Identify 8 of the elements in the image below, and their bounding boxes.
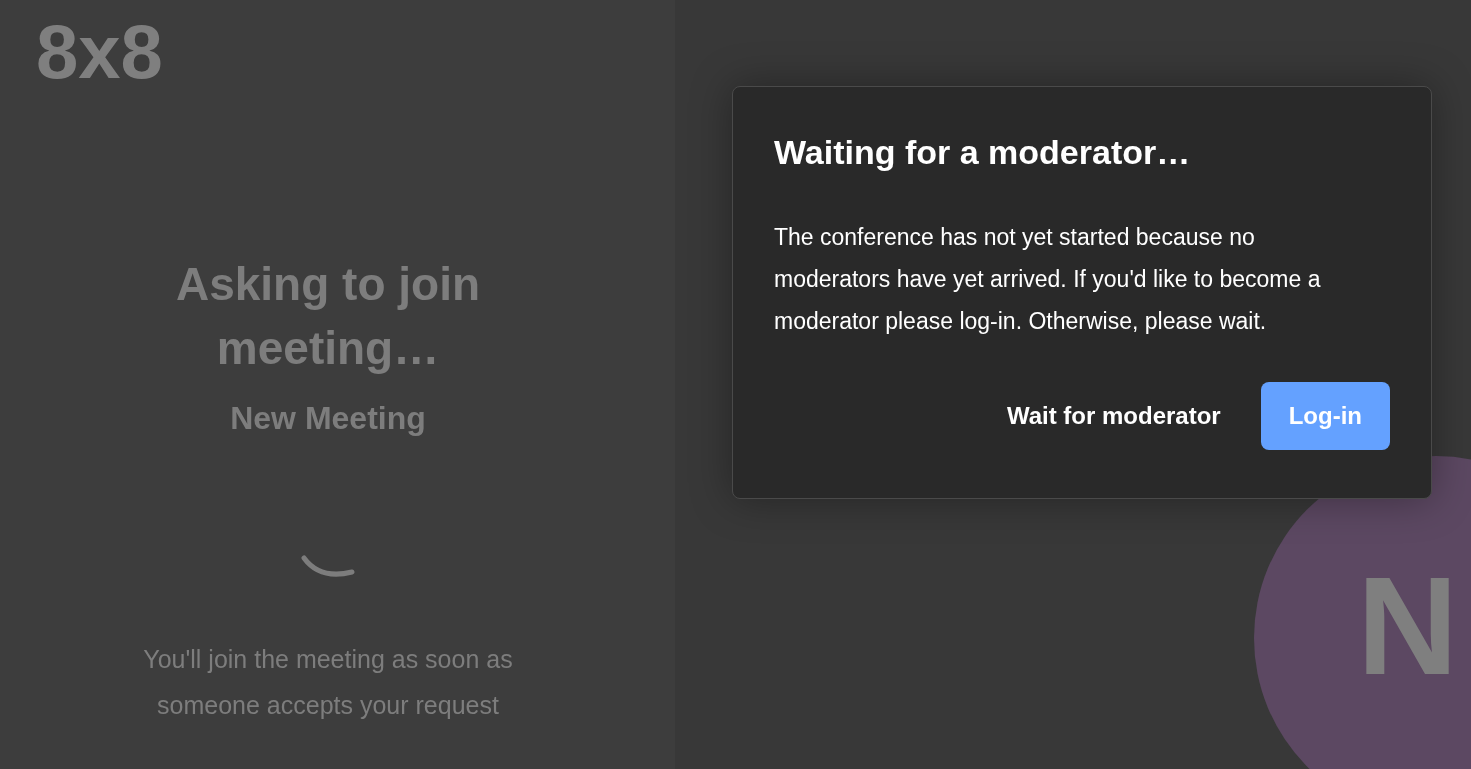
dialog-body: The conference has not yet started because no moderators have yet arrived. If you'd like to become a moderator please log-in. Otherwise, please wait. <box>774 222 1322 336</box>
lobby-message: You'll join the meeting as soon as someone accepts your request <box>142 644 514 721</box>
meeting-name: New Meeting <box>230 399 426 438</box>
loading-spinner-icon <box>300 552 356 580</box>
lobby-title: Asking to join meeting… <box>174 257 482 376</box>
wait-button[interactable]: Wait for moderator <box>990 381 1237 450</box>
logo: 8x8 <box>36 14 163 90</box>
dialog-title: Waiting for a moderator… <box>774 132 1192 173</box>
